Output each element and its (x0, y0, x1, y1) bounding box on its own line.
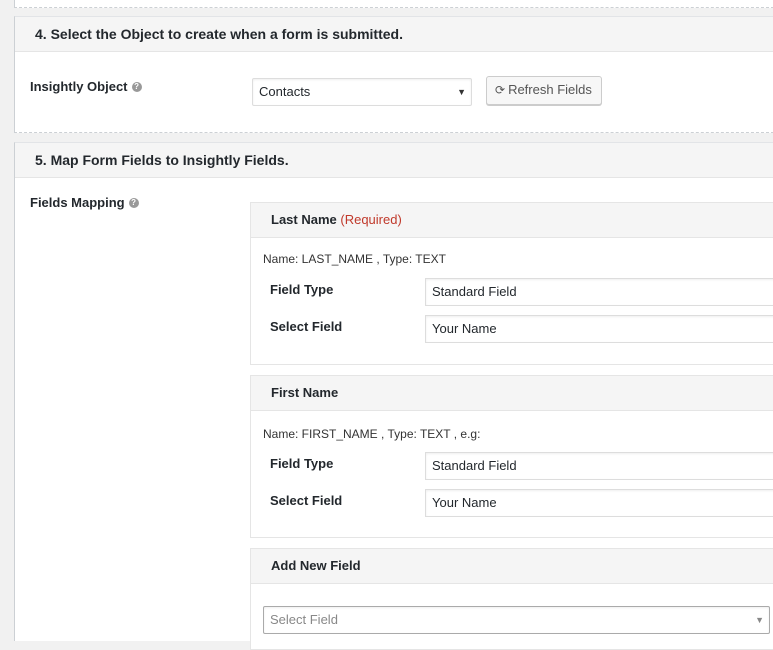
field-type-select[interactable]: Standard Field (425, 278, 773, 306)
fields-mapping-label: Fields Mapping? (30, 195, 139, 210)
select-field-select[interactable]: Your Name (425, 315, 773, 343)
mapping-card-last-name: Last Name (Required) Name: LAST_NAME , T… (250, 202, 773, 365)
dropdown-arrow-icon: ▼ (457, 87, 466, 97)
select-field-label: Select Field (270, 319, 343, 334)
field-type-select[interactable]: Standard Field (425, 452, 773, 480)
mapping-card-first-name: First Name Name: FIRST_NAME , Type: TEXT… (250, 375, 773, 538)
card-title: First Name (251, 376, 773, 411)
field-meta: Name: LAST_NAME , Type: TEXT (263, 252, 446, 266)
field-meta: Name: FIRST_NAME , Type: TEXT , e.g: (263, 427, 481, 441)
field-type-label: Field Type (270, 456, 334, 471)
add-new-field-card: Add New Field Select Field ▼ (250, 548, 773, 650)
dropdown-arrow-icon: ▼ (755, 615, 764, 625)
field-type-label: Field Type (270, 282, 334, 297)
section-select-object: 4. Select the Object to create when a fo… (14, 16, 773, 133)
section-5-heading: 5. Map Form Fields to Insightly Fields. (15, 143, 773, 178)
help-icon[interactable]: ? (128, 197, 139, 208)
section-4-heading: 4. Select the Object to create when a fo… (15, 17, 773, 52)
refresh-icon: ⟳ (495, 83, 506, 97)
insightly-object-label: Insightly Object? (30, 79, 142, 94)
refresh-fields-button[interactable]: ⟳ Refresh Fields (486, 76, 602, 105)
section-map-fields: 5. Map Form Fields to Insightly Fields. … (14, 142, 773, 650)
select-field-label: Select Field (270, 493, 343, 508)
insightly-object-select[interactable]: Contacts ▼ (252, 78, 472, 106)
select-field-select[interactable]: Your Name (425, 489, 773, 517)
card-title: Last Name (Required) (251, 203, 773, 238)
previous-section-panel (14, 0, 773, 8)
card-title: Add New Field (251, 549, 773, 584)
add-field-select[interactable]: Select Field ▼ (263, 606, 770, 634)
help-icon[interactable]: ? (131, 81, 142, 92)
required-badge: (Required) (340, 212, 402, 227)
